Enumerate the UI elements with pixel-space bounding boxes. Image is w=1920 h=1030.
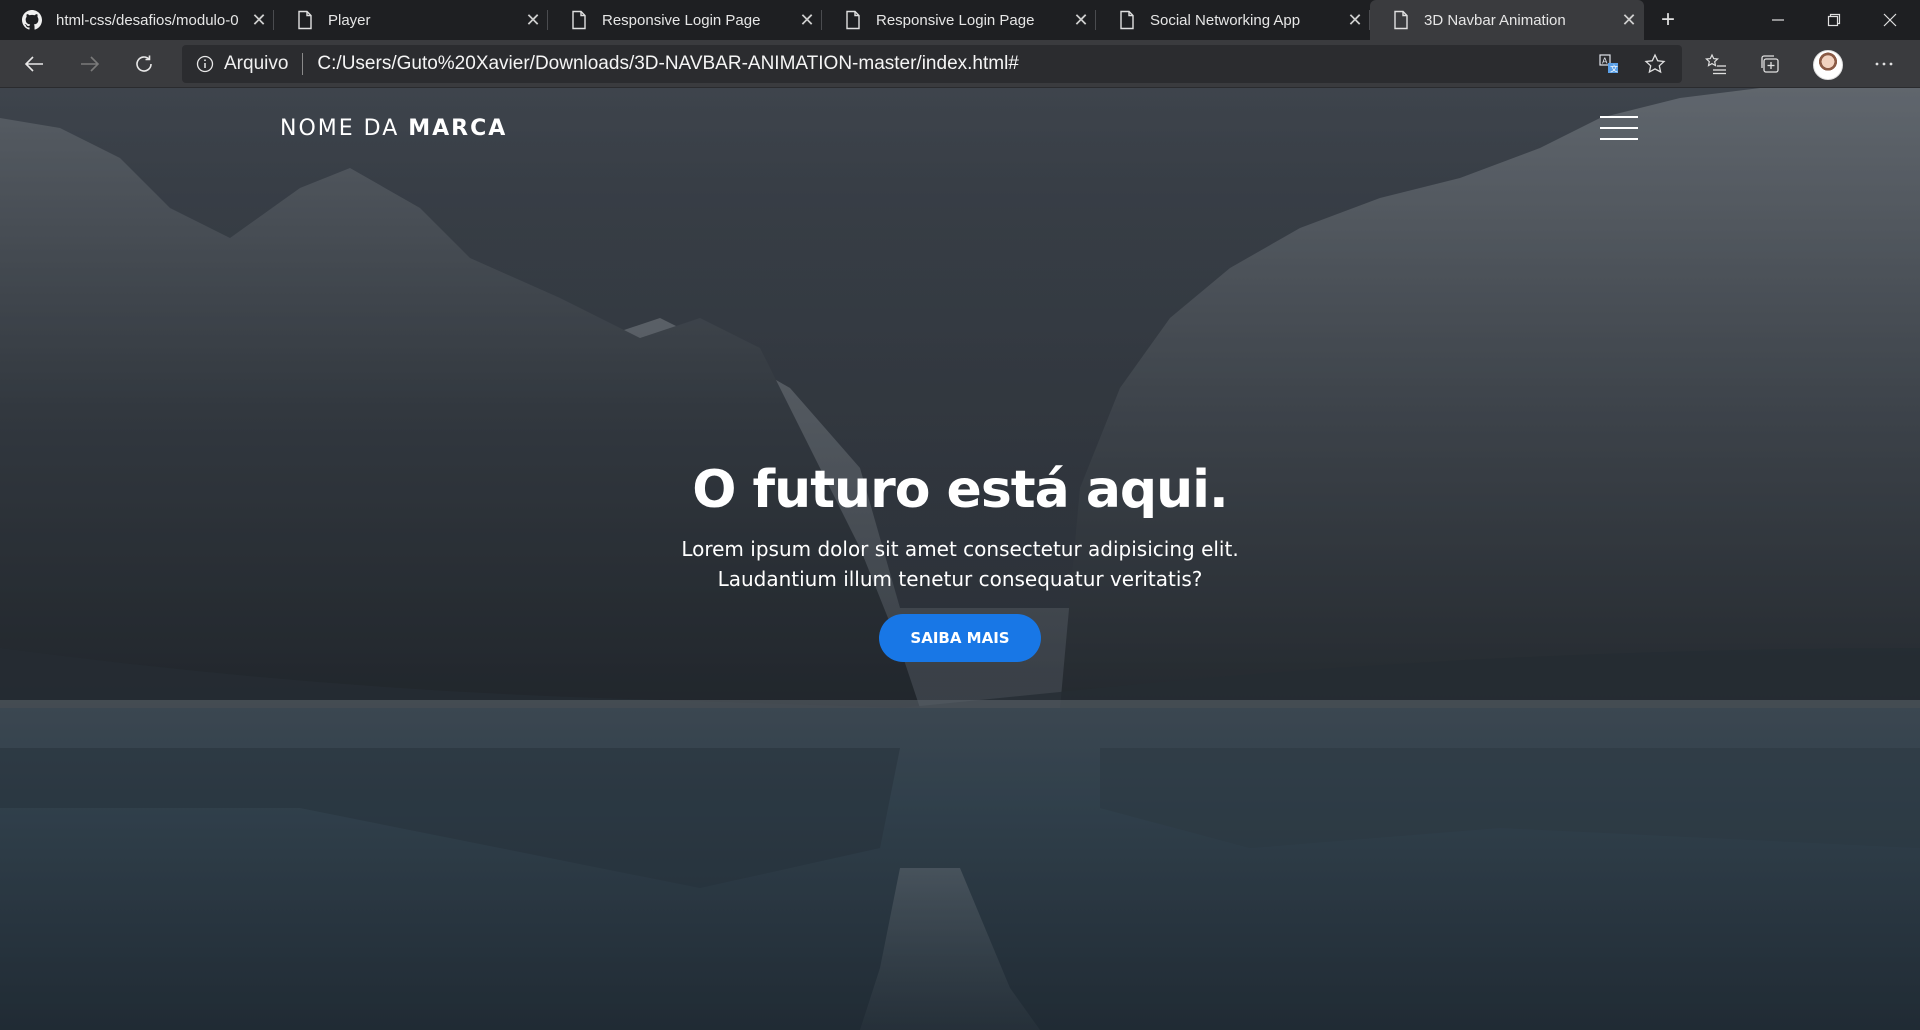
star-icon (1644, 53, 1666, 74)
hamburger-menu-button[interactable] (1600, 114, 1640, 142)
tab-github[interactable]: html-css/desafios/modulo-0 ✕ (0, 0, 274, 40)
profile-avatar[interactable] (1813, 50, 1843, 80)
tab-strip: html-css/desafios/modulo-0 ✕ Player ✕ Re… (0, 0, 1920, 40)
tab-login-2[interactable]: Responsive Login Page ✕ (822, 0, 1096, 40)
tab-title: Social Networking App (1150, 11, 1301, 29)
tab-close-icon[interactable]: ✕ (1066, 0, 1096, 40)
minimize-icon (1772, 19, 1784, 21)
settings-menu-button[interactable] (1868, 48, 1900, 80)
hero-section: O futuro está aqui. Lorem ipsum dolor si… (0, 460, 1920, 662)
restore-icon (1827, 13, 1841, 27)
tab-title: Responsive Login Page (876, 11, 1035, 29)
tab-social[interactable]: Social Networking App ✕ (1096, 0, 1370, 40)
address-divider (302, 53, 304, 75)
favorite-star-button[interactable] (1640, 49, 1670, 79)
close-icon (1883, 13, 1897, 27)
brand-logo[interactable]: NOME DA MARCA (280, 116, 507, 141)
translate-button[interactable]: A文 (1594, 49, 1624, 79)
github-icon (22, 10, 42, 30)
hero-description: Lorem ipsum dolor sit amet consectetur a… (0, 534, 1920, 594)
hero-line-2: Laudantium illum tenetur consequatur ver… (717, 567, 1203, 591)
page-icon (298, 10, 312, 30)
hamburger-line (1600, 127, 1638, 129)
translate-icon: A文 (1599, 54, 1618, 74)
tab-close-icon[interactable]: ✕ (792, 0, 822, 40)
brand-light-text: NOME DA (280, 116, 409, 141)
page-icon (846, 10, 860, 30)
new-tab-button[interactable]: + (1648, 0, 1688, 40)
hamburger-line (1600, 116, 1638, 118)
hero-title: O futuro está aqui. (692, 460, 1228, 520)
site-info-label[interactable]: Arquivo (224, 53, 288, 75)
page-icon (1120, 10, 1134, 30)
address-bar[interactable]: Arquivo C:/Users/Guto%20Xavier/Downloads… (182, 45, 1682, 83)
refresh-button[interactable] (124, 44, 164, 84)
browser-toolbar: Arquivo C:/Users/Guto%20Xavier/Downloads… (0, 40, 1920, 88)
favorites-button[interactable] (1700, 48, 1732, 80)
minimize-button[interactable] (1750, 0, 1806, 40)
back-button[interactable] (14, 44, 54, 84)
tab-login-1[interactable]: Responsive Login Page ✕ (548, 0, 822, 40)
collections-icon (1761, 55, 1779, 73)
brand-bold-text: MARCA (408, 116, 508, 141)
info-icon[interactable] (196, 55, 214, 73)
back-arrow-icon (24, 56, 43, 72)
tab-player[interactable]: Player ✕ (274, 0, 548, 40)
tab-title: html-css/desafios/modulo-0 (56, 11, 239, 29)
close-window-button[interactable] (1862, 0, 1918, 40)
tab-3d-navbar[interactable]: 3D Navbar Animation ✕ (1370, 0, 1644, 40)
tab-title: 3D Navbar Animation (1424, 11, 1566, 29)
hamburger-line (1600, 138, 1638, 140)
forward-button[interactable] (70, 44, 110, 84)
tab-close-icon[interactable]: ✕ (1614, 0, 1644, 40)
tab-close-icon[interactable]: ✕ (518, 0, 548, 40)
forward-arrow-icon (81, 56, 100, 72)
refresh-icon (136, 55, 152, 72)
page-icon (572, 10, 586, 30)
hero-line-1: Lorem ipsum dolor sit amet consectetur a… (681, 537, 1239, 561)
page-icon (1394, 10, 1408, 30)
tab-title: Player (328, 11, 371, 29)
svg-text:文: 文 (1610, 64, 1618, 74)
tab-title: Responsive Login Page (602, 11, 761, 29)
restore-button[interactable] (1806, 0, 1862, 40)
saiba-mais-button[interactable]: SAIBA MAIS (879, 614, 1041, 662)
page-viewport: NOME DA MARCA O futuro está aqui. Lorem … (0, 88, 1920, 1030)
tab-close-icon[interactable]: ✕ (1340, 0, 1370, 40)
more-icon (1875, 62, 1893, 66)
favorites-list-icon (1705, 53, 1726, 75)
collections-button[interactable] (1754, 48, 1786, 80)
svg-text:A: A (1602, 57, 1608, 66)
url-text[interactable]: C:/Users/Guto%20Xavier/Downloads/3D-NAVB… (317, 53, 1018, 75)
tab-close-icon[interactable]: ✕ (244, 0, 274, 40)
